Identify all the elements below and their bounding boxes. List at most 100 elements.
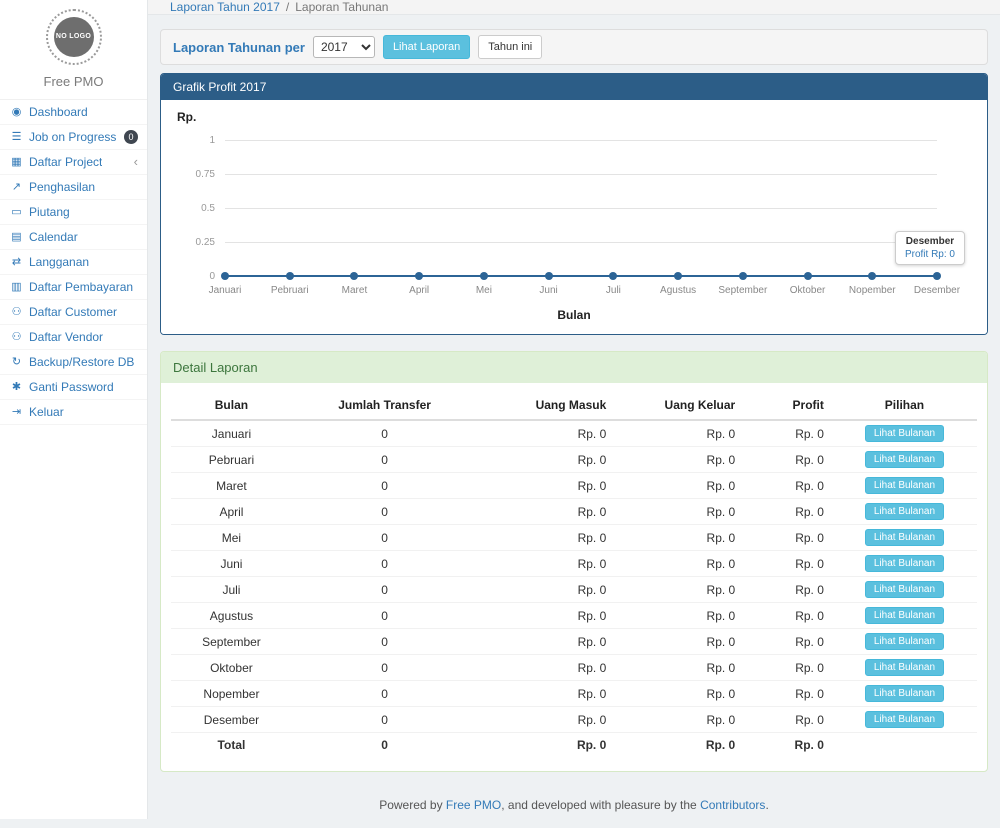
breadcrumb-link-laporan-tahun[interactable]: Laporan Tahun 2017 bbox=[170, 0, 280, 14]
tahun-ini-button[interactable]: Tahun ini bbox=[478, 35, 542, 59]
sidebar-item-ganti-password[interactable]: ✱ Ganti Password bbox=[0, 375, 147, 400]
sidebar-item-penghasilan[interactable]: ↗ Penghasilan bbox=[0, 175, 147, 200]
data-point-juli bbox=[609, 272, 617, 280]
x-tick-label: Pebruari bbox=[271, 285, 309, 296]
table-row: Juni 0 Rp. 0 Rp. 0 Rp. 0 Lihat Bulanan bbox=[171, 551, 977, 577]
sidebar-item-label: Langganan bbox=[29, 254, 89, 270]
lihat-bulanan-button[interactable]: Lihat Bulanan bbox=[865, 451, 944, 468]
lihat-bulanan-button[interactable]: Lihat Bulanan bbox=[865, 503, 944, 520]
gridline: 1 bbox=[225, 140, 937, 141]
sidebar-item-daftar-pembayaran[interactable]: ▥ Daftar Pembayaran bbox=[0, 275, 147, 300]
data-point-mei bbox=[480, 272, 488, 280]
sidebar-item-daftar-project[interactable]: ▦ Daftar Project ‹ bbox=[0, 150, 147, 175]
filter-label: Laporan Tahunan per bbox=[173, 40, 305, 55]
content: Laporan Tahunan per 2017 Lihat Laporan T… bbox=[148, 15, 1000, 788]
x-axis-title: Bulan bbox=[177, 308, 971, 322]
cell-jumlah-transfer: 0 bbox=[292, 629, 477, 655]
footer-link-free-pmo[interactable]: Free PMO bbox=[446, 798, 501, 812]
no-logo-icon: NO LOGO bbox=[54, 17, 94, 57]
cell-profit: Rp. 0 bbox=[743, 707, 832, 733]
sidebar-item-piutang[interactable]: ▭ Piutang bbox=[0, 200, 147, 225]
year-select[interactable]: 2017 bbox=[313, 36, 375, 58]
cell-bulan: Agustus bbox=[171, 603, 292, 629]
cell-profit: Rp. 0 bbox=[743, 447, 832, 473]
table-row: Maret 0 Rp. 0 Rp. 0 Rp. 0 Lihat Bulanan bbox=[171, 473, 977, 499]
table-row: Desember 0 Rp. 0 Rp. 0 Rp. 0 Lihat Bulan… bbox=[171, 707, 977, 733]
data-point-januari bbox=[221, 272, 229, 280]
detail-panel-title: Detail Laporan bbox=[161, 352, 987, 383]
breadcrumb-separator: / bbox=[286, 0, 289, 14]
lihat-bulanan-button[interactable]: Lihat Bulanan bbox=[865, 659, 944, 676]
cell-jumlah-transfer: 0 bbox=[292, 499, 477, 525]
cell-jumlah-transfer: 0 bbox=[292, 577, 477, 603]
gridline: 0.25 bbox=[225, 242, 937, 243]
sidebar-item-label: Daftar Pembayaran bbox=[29, 279, 133, 295]
lihat-bulanan-button[interactable]: Lihat Bulanan bbox=[865, 607, 944, 624]
data-point-juni bbox=[545, 272, 553, 280]
x-tick-label: Oktober bbox=[790, 285, 826, 296]
lihat-laporan-button[interactable]: Lihat Laporan bbox=[383, 35, 470, 59]
table-total-row: Total 0 Rp. 0 Rp. 0 Rp. 0 bbox=[171, 733, 977, 757]
x-axis-labels: Januari Pebruari Maret April Mei Juni Ju… bbox=[225, 285, 937, 298]
sidebar-item-backup-restore-db[interactable]: ↻ Backup/Restore DB bbox=[0, 350, 147, 375]
sidebar-item-label: Dashboard bbox=[29, 104, 88, 120]
data-point-agustus bbox=[674, 272, 682, 280]
cell-jumlah-transfer: 0 bbox=[292, 551, 477, 577]
cell-profit: Rp. 0 bbox=[743, 629, 832, 655]
detail-laporan-panel: Detail Laporan Bulan Jumlah Transfer Uan… bbox=[160, 351, 988, 772]
main-area: Laporan Tahun 2017 / Laporan Tahunan Lap… bbox=[148, 0, 1000, 819]
credit-card-icon: ▭ bbox=[9, 204, 24, 220]
cell-uang-keluar: Rp. 0 bbox=[614, 577, 743, 603]
table-header-row: Bulan Jumlah Transfer Uang Masuk Uang Ke… bbox=[171, 391, 977, 420]
gridline: 0.5 bbox=[225, 208, 937, 209]
exchange-icon: ⇄ bbox=[9, 254, 24, 270]
payment-card-icon: ▥ bbox=[9, 279, 24, 295]
sidebar-item-calendar[interactable]: ▤ Calendar bbox=[0, 225, 147, 250]
cell-profit: Rp. 0 bbox=[743, 499, 832, 525]
sign-out-icon: ⇥ bbox=[9, 404, 24, 420]
sidebar-item-daftar-vendor[interactable]: ⚇ Daftar Vendor bbox=[0, 325, 147, 350]
lihat-bulanan-button[interactable]: Lihat Bulanan bbox=[865, 685, 944, 702]
cell-bulan: Nopember bbox=[171, 681, 292, 707]
cell-uang-keluar: Rp. 0 bbox=[614, 525, 743, 551]
lihat-bulanan-button[interactable]: Lihat Bulanan bbox=[865, 581, 944, 598]
cell-uang-keluar: Rp. 0 bbox=[614, 551, 743, 577]
lihat-bulanan-button[interactable]: Lihat Bulanan bbox=[865, 477, 944, 494]
chevron-left-icon: ‹ bbox=[134, 154, 138, 170]
footer-link-contributors[interactable]: Contributors bbox=[700, 798, 765, 812]
cell-uang-masuk: Rp. 0 bbox=[477, 629, 614, 655]
cell-bulan: Oktober bbox=[171, 655, 292, 681]
x-tick-label: Juni bbox=[539, 285, 557, 296]
total-profit: Rp. 0 bbox=[743, 733, 832, 757]
cell-uang-keluar: Rp. 0 bbox=[614, 499, 743, 525]
lihat-bulanan-button[interactable]: Lihat Bulanan bbox=[865, 555, 944, 572]
sidebar-item-dashboard[interactable]: ◉ Dashboard bbox=[0, 100, 147, 125]
col-header-uang-keluar: Uang Keluar bbox=[614, 391, 743, 420]
footer-text: Powered by bbox=[379, 798, 446, 812]
lock-icon: ✱ bbox=[9, 379, 24, 395]
lihat-bulanan-button[interactable]: Lihat Bulanan bbox=[865, 633, 944, 650]
y-tick-label: 0.25 bbox=[196, 237, 215, 248]
total-label: Total bbox=[171, 733, 292, 757]
sidebar-item-langganan[interactable]: ⇄ Langganan bbox=[0, 250, 147, 275]
sidebar-item-label: Keluar bbox=[29, 404, 64, 420]
cell-bulan: Maret bbox=[171, 473, 292, 499]
cell-bulan: Pebruari bbox=[171, 447, 292, 473]
lihat-bulanan-button[interactable]: Lihat Bulanan bbox=[865, 529, 944, 546]
users-icon: ⚇ bbox=[9, 304, 24, 320]
table-row: Pebruari 0 Rp. 0 Rp. 0 Rp. 0 Lihat Bulan… bbox=[171, 447, 977, 473]
cell-jumlah-transfer: 0 bbox=[292, 603, 477, 629]
table-row: Oktober 0 Rp. 0 Rp. 0 Rp. 0 Lihat Bulana… bbox=[171, 655, 977, 681]
col-header-bulan: Bulan bbox=[171, 391, 292, 420]
sidebar-item-keluar[interactable]: ⇥ Keluar bbox=[0, 400, 147, 425]
data-point-april bbox=[415, 272, 423, 280]
lihat-bulanan-button[interactable]: Lihat Bulanan bbox=[865, 711, 944, 728]
sidebar-item-label: Ganti Password bbox=[29, 379, 114, 395]
lihat-bulanan-button[interactable]: Lihat Bulanan bbox=[865, 425, 944, 442]
cell-jumlah-transfer: 0 bbox=[292, 420, 477, 447]
sidebar-item-job-on-progress[interactable]: ☰ Job on Progress 0 bbox=[0, 125, 147, 150]
count-badge: 0 bbox=[124, 130, 138, 144]
chart-plot-area: 1 0.75 0.5 0.25 0 bbox=[225, 140, 937, 276]
sidebar-item-daftar-customer[interactable]: ⚇ Daftar Customer bbox=[0, 300, 147, 325]
cell-bulan: Desember bbox=[171, 707, 292, 733]
